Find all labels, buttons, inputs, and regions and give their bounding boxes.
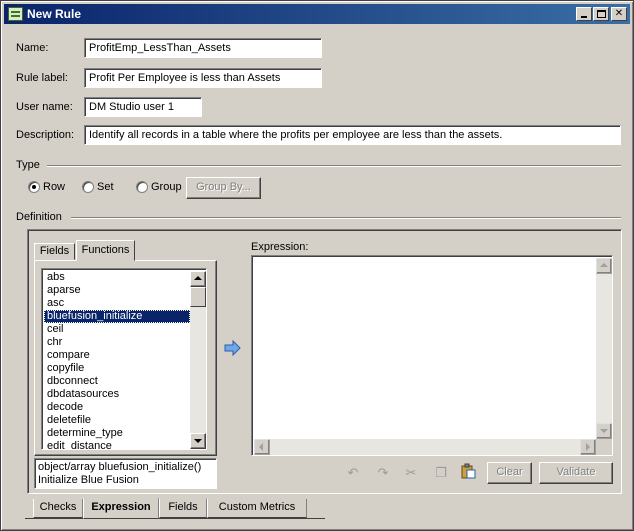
rule-label-input[interactable]: Profit Per Employee is less than Assets bbox=[84, 68, 322, 88]
function-description: Initialize Blue Fusion bbox=[38, 474, 139, 486]
arrow-up-icon bbox=[600, 263, 608, 267]
list-item[interactable]: asc bbox=[44, 297, 190, 310]
list-item[interactable]: abs bbox=[44, 271, 190, 284]
list-item[interactable]: aparse bbox=[44, 284, 190, 297]
maximize-icon bbox=[596, 10, 606, 18]
tab-fields[interactable]: Fields bbox=[34, 243, 75, 260]
list-item[interactable]: ceil bbox=[44, 323, 190, 336]
expression-label: Expression: bbox=[251, 241, 309, 253]
description-label: Description: bbox=[16, 129, 75, 141]
undo-icon[interactable]: ↶ bbox=[344, 464, 362, 482]
arrow-down-icon bbox=[194, 439, 202, 443]
expression-scroll-left-button[interactable] bbox=[254, 439, 270, 455]
row-radio[interactable] bbox=[28, 181, 40, 193]
minimize-icon bbox=[581, 16, 587, 18]
definition-divider bbox=[71, 217, 621, 219]
list-item[interactable]: dbdatasources bbox=[44, 388, 190, 401]
list-item[interactable]: edit_distance bbox=[44, 440, 190, 449]
tab-functions[interactable]: Functions bbox=[76, 240, 135, 261]
set-radio[interactable] bbox=[82, 181, 94, 193]
expression-scroll-up-button[interactable] bbox=[596, 258, 612, 274]
validate-button[interactable]: Validate bbox=[539, 462, 613, 484]
set-radio-label[interactable]: Set bbox=[97, 181, 114, 193]
user-name-input[interactable]: DM Studio user 1 bbox=[84, 97, 202, 117]
insert-arrow-icon bbox=[224, 339, 241, 357]
list-item[interactable]: dbconnect bbox=[44, 375, 190, 388]
rule-label-label: Rule label: bbox=[16, 72, 68, 84]
group-radio[interactable] bbox=[136, 181, 148, 193]
scroll-down-button[interactable] bbox=[190, 433, 206, 449]
rule-app-icon bbox=[8, 7, 23, 21]
type-group-label: Type bbox=[16, 159, 40, 171]
new-rule-window: New Rule ✕ Name: ProfitEmp_LessThan_Asse… bbox=[0, 0, 634, 531]
clear-button[interactable]: Clear bbox=[487, 462, 532, 484]
tab-checks[interactable]: Checks bbox=[33, 499, 83, 518]
functions-list-items: abs aparse asc bluefusion_initialize cei… bbox=[44, 271, 190, 449]
description-input[interactable]: Identify all records in a table where th… bbox=[84, 125, 621, 145]
list-item-selected[interactable]: bluefusion_initialize bbox=[44, 310, 190, 323]
function-signature: object/array bluefusion_initialize() bbox=[38, 461, 202, 473]
name-input[interactable]: ProfitEmp_LessThan_Assets bbox=[84, 38, 322, 58]
type-divider bbox=[47, 165, 621, 167]
minimize-button[interactable] bbox=[576, 7, 592, 21]
arrow-down-icon bbox=[600, 429, 608, 433]
list-item[interactable]: deletefile bbox=[44, 414, 190, 427]
paste-icon-graphic bbox=[461, 463, 476, 479]
list-item[interactable]: determine_type bbox=[44, 427, 190, 440]
redo-icon[interactable]: ↷ bbox=[374, 464, 392, 482]
expression-vscrollbar[interactable] bbox=[596, 258, 612, 439]
insert-function-button[interactable] bbox=[224, 339, 242, 357]
bottom-tab-line bbox=[25, 518, 325, 519]
group-by-button[interactable]: Group By... bbox=[186, 177, 261, 199]
arrow-right-icon bbox=[586, 443, 590, 451]
list-item[interactable]: compare bbox=[44, 349, 190, 362]
scroll-corner bbox=[596, 439, 612, 455]
list-item[interactable]: decode bbox=[44, 401, 190, 414]
copy-icon[interactable]: ❐ bbox=[432, 464, 450, 482]
maximize-button[interactable] bbox=[593, 7, 609, 21]
tab-fields-bottom[interactable]: Fields bbox=[159, 499, 207, 518]
list-item[interactable]: copyfile bbox=[44, 362, 190, 375]
name-label: Name: bbox=[16, 42, 49, 54]
group-radio-label[interactable]: Group bbox=[151, 181, 182, 193]
arrow-left-icon bbox=[259, 443, 263, 451]
close-icon: ✕ bbox=[614, 8, 624, 19]
function-signature-box: object/array bluefusion_initialize() Ini… bbox=[34, 458, 217, 489]
expression-editor[interactable] bbox=[251, 255, 613, 456]
window-title: New Rule bbox=[27, 7, 82, 21]
title-bar[interactable]: New Rule ✕ bbox=[4, 4, 630, 24]
paste-icon[interactable] bbox=[459, 463, 477, 481]
arrow-up-icon bbox=[194, 276, 202, 280]
expression-scroll-right-button[interactable] bbox=[580, 439, 596, 455]
list-item[interactable]: chr bbox=[44, 336, 190, 349]
definition-group-label: Definition bbox=[16, 211, 62, 223]
user-name-label: User name: bbox=[16, 101, 73, 113]
expression-scroll-down-button[interactable] bbox=[596, 423, 612, 439]
row-radio-label[interactable]: Row bbox=[43, 181, 65, 193]
expression-hscrollbar[interactable] bbox=[254, 439, 596, 455]
scroll-thumb[interactable] bbox=[190, 287, 206, 307]
tab-custom-metrics[interactable]: Custom Metrics bbox=[207, 499, 307, 518]
scroll-up-button[interactable] bbox=[190, 271, 206, 287]
cut-icon[interactable]: ✂ bbox=[402, 464, 420, 482]
tab-expression[interactable]: Expression bbox=[83, 498, 159, 519]
functions-list[interactable]: abs aparse asc bluefusion_initialize cei… bbox=[41, 268, 207, 450]
functions-scrollbar[interactable] bbox=[190, 271, 206, 449]
close-button[interactable]: ✕ bbox=[611, 7, 627, 21]
